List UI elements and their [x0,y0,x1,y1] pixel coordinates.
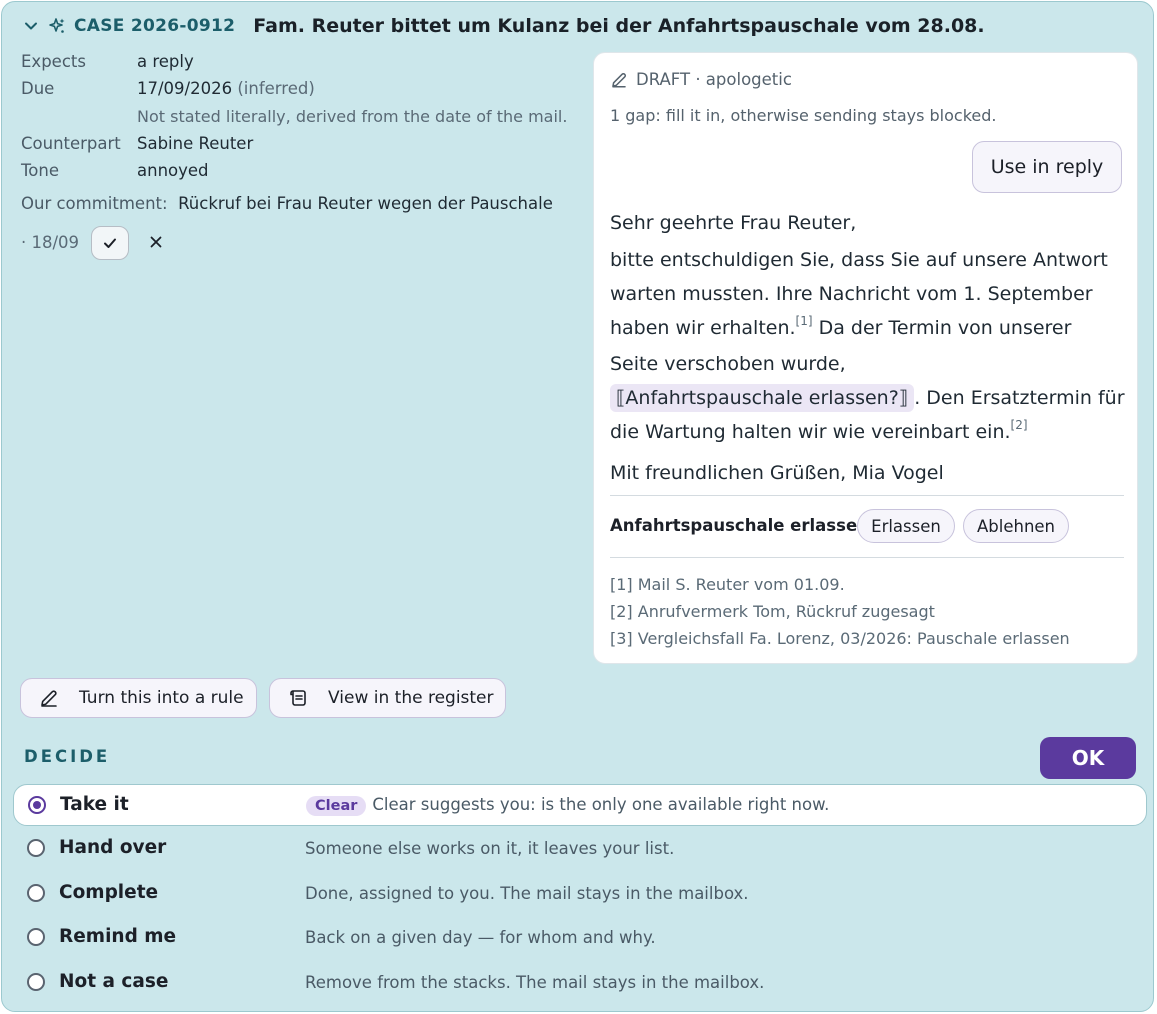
draft-panel: DRAFT · apologetic 1 gap: fill it in, ot… [593,52,1138,664]
expects-value: a reply [137,52,194,71]
option-description: Done, assigned to you. The mail stays in… [305,884,749,903]
reference-item[interactable]: [2] Anrufvermerk Tom, Rückruf zugesagt [610,598,1070,625]
radio-unselected[interactable] [27,839,45,857]
sparkle-icon [49,18,65,33]
check-icon [104,238,116,248]
option-description: Remove from the stacks. The mail stays i… [305,973,765,992]
radio-unselected[interactable] [27,973,45,991]
pencil-icon [612,72,627,88]
waive-button[interactable]: Erlassen [857,509,955,543]
option-description: Someone else works on it, it leaves your… [305,839,675,858]
decide-heading: DECIDE [24,747,111,766]
ref-marker-2[interactable]: [2] [1011,418,1028,432]
reference-list: [1] Mail S. Reuter vom 01.09. [2] Anrufv… [610,571,1070,652]
gap-question: Anfahrtspauschale erlassen? [610,516,879,535]
draft-paragraph: bitte entschuldigen Sie, dass Sie auf un… [610,243,1125,451]
option-complete[interactable]: Complete Done, assigned to you. The mail… [13,873,1147,915]
divider [610,557,1124,558]
view-in-register-button[interactable]: View in the register [269,678,506,718]
reference-item[interactable]: [3] Vergleichsfall Fa. Lorenz, 03/2026: … [610,625,1070,652]
counterpart-label: Counterpart [21,134,121,153]
commitment-date-row: · 18/09 [21,233,79,252]
ref-marker-1[interactable]: [1] [796,314,813,328]
option-description: Back on a given day — for whom and why. [305,928,656,947]
draft-body: Sehr geehrte Frau Reuter, bitte entschul… [610,206,1125,490]
gap-note: 1 gap: fill it in, otherwise sending sta… [610,106,997,125]
pencil-icon [41,690,57,707]
decline-button[interactable]: Ablehnen [963,509,1069,543]
turn-into-rule-label: Turn this into a rule [79,688,244,708]
option-label: Remind me [59,926,177,947]
option-label: Hand over [59,837,167,858]
case-title: Fam. Reuter bittet um Kulanz bei der Anf… [253,15,985,37]
ok-button[interactable]: OK [1040,737,1136,779]
turn-into-rule-button[interactable]: Turn this into a rule [20,678,257,718]
dismiss-commitment-button[interactable] [147,232,165,252]
tone-label: Tone [21,161,59,180]
due-value-wrap: 17/09/2026 (inferred) [137,79,315,98]
use-in-reply-button[interactable]: Use in reply [972,141,1122,193]
option-description: Clear Clear suggests you: is the only one… [306,795,829,816]
option-hand-over[interactable]: Hand over Someone else works on it, it l… [13,828,1147,870]
due-qualifier: (inferred) [237,79,315,98]
radio-unselected[interactable] [27,928,45,946]
draft-salutation: Sehr geehrte Frau Reuter, [610,212,857,234]
option-description-text: Clear suggests you: is the only one avai… [372,795,830,814]
clear-badge: Clear [306,796,367,816]
confirm-commitment-button[interactable] [91,226,129,260]
due-value: 17/09/2026 [137,79,233,98]
draft-closing: Mit freundlichen Grüßen, Mia Vogel [610,462,944,484]
case-id: CASE 2026-0912 [74,16,236,36]
draft-label: DRAFT · apologetic [636,70,792,89]
commitment-text: Rückruf bei Frau Reuter wegen der Pausch… [178,194,553,213]
commitment-label: Our commitment: [21,194,168,213]
expects-label: Expects [21,52,86,71]
option-label: Not a case [59,971,169,992]
reference-item[interactable]: [1] Mail S. Reuter vom 01.09. [610,571,1070,598]
gap-placeholder[interactable]: ⟦Anfahrtspauschale erlassen?⟧ [610,384,915,412]
option-remind-me[interactable]: Remind me Back on a given day — for whom… [13,917,1147,959]
commitment-row: Our commitment: Rückruf bei Frau Reuter … [21,194,553,213]
radio-unselected[interactable] [27,884,45,902]
option-label: Complete [59,882,159,903]
scroll-icon [290,690,306,706]
commitment-date: · 18/09 [21,233,80,252]
counterpart-value: Sabine Reuter [137,134,254,153]
radio-selected[interactable] [28,796,46,814]
view-in-register-label: View in the register [328,688,494,708]
option-take-it[interactable]: Take it Clear Clear suggests you: is the … [13,784,1147,826]
due-label: Due [21,79,55,98]
case-card: CASE 2026-0912 Fam. Reuter bittet um Kul… [1,1,1154,1012]
draft-header: DRAFT · apologetic [610,70,792,89]
divider [610,495,1124,496]
case-header: CASE 2026-0912 Fam. Reuter bittet um Kul… [24,15,985,37]
due-note: Not stated literally, derived from the d… [137,107,568,126]
chevron-down-icon[interactable] [24,19,38,33]
option-label: Take it [60,794,129,815]
option-not-a-case[interactable]: Not a case Remove from the stacks. The m… [13,962,1147,1004]
close-icon [150,236,162,248]
tone-value: annoyed [137,161,209,180]
